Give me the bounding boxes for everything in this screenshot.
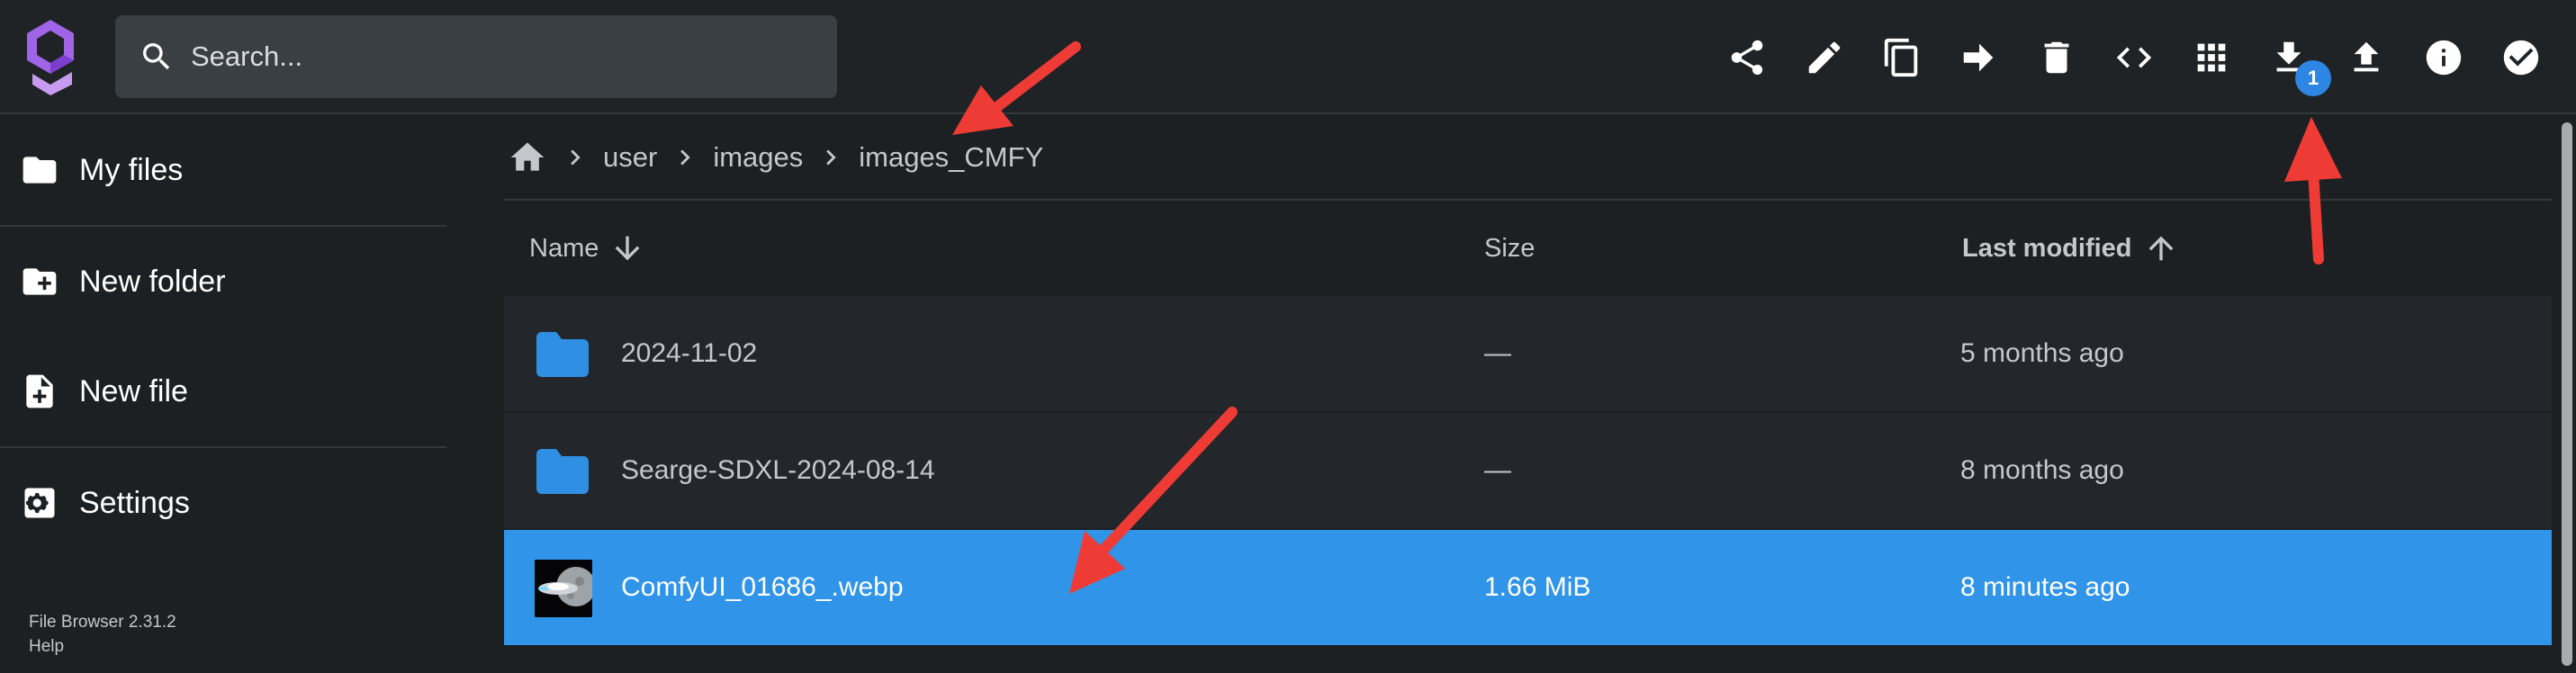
settings-icon	[24, 488, 55, 518]
create-folder-icon	[23, 268, 57, 295]
copy-icon	[1884, 38, 1918, 76]
file-listing: user images images_CMFY Name Size Last m…	[504, 115, 2552, 673]
upload-icon	[2354, 41, 2379, 71]
info-icon	[2426, 40, 2462, 75]
toolbar: 1	[1708, 0, 2576, 114]
scrollbar-thumb[interactable]	[2562, 122, 2572, 666]
delete-icon	[2044, 41, 2069, 73]
file-size: —	[1484, 338, 1511, 368]
column-modified-label: Last modified	[1962, 233, 2132, 263]
move-icon	[1963, 43, 1994, 71]
select-multiple-button[interactable]	[2482, 19, 2560, 96]
folder-icon	[23, 157, 57, 184]
embed-icon	[2116, 47, 2152, 67]
version-text: File Browser 2.31.2	[29, 613, 176, 632]
file-size: —	[1484, 455, 1511, 485]
search-input[interactable]	[191, 40, 767, 73]
chevron-right-icon	[826, 149, 836, 165]
sidebar-item-new-file[interactable]: New file	[0, 336, 446, 446]
folder-icon	[536, 332, 589, 377]
table-row[interactable]: Searge-SDXL-2024-08-14 — 8 months ago	[504, 413, 2552, 530]
embed-button[interactable]	[2095, 19, 2173, 96]
home-icon[interactable]	[508, 138, 547, 177]
chevron-right-icon	[571, 149, 581, 165]
sidebar: My files New folder New file Settings	[0, 115, 446, 673]
sidebar-item-settings[interactable]: Settings	[0, 448, 446, 558]
copy-button[interactable]	[1863, 19, 1941, 96]
sidebar-item-my-files[interactable]: My files	[0, 115, 446, 225]
new-file-icon	[26, 374, 53, 408]
delete-button[interactable]	[2018, 19, 2095, 96]
table-row[interactable]: 2024-11-02 — 5 months ago	[504, 296, 2552, 413]
sidebar-item-label: New folder	[79, 264, 226, 299]
table-header: Name Size Last modified	[504, 201, 2552, 296]
column-name-label: Name	[529, 233, 599, 263]
search-icon	[143, 43, 170, 70]
column-name-sort[interactable]: Name	[529, 230, 645, 266]
sidebar-item-label: Settings	[79, 485, 190, 520]
search-bar[interactable]	[115, 15, 837, 98]
top-bar: 1	[0, 0, 2576, 114]
sidebar-footer: File Browser 2.31.2 Help	[29, 610, 176, 659]
sidebar-item-label: New file	[79, 373, 188, 408]
file-name: Searge-SDXL-2024-08-14	[621, 455, 935, 485]
file-name: 2024-11-02	[621, 338, 758, 368]
sidebar-item-new-folder[interactable]: New folder	[0, 227, 446, 336]
file-name: ComfyUI_01686_.webp	[621, 572, 904, 602]
arrow-up-icon	[2148, 236, 2173, 261]
breadcrumb-user[interactable]: user	[603, 141, 657, 174]
help-link[interactable]: Help	[29, 634, 176, 659]
column-modified-sort[interactable]: Last modified	[1962, 230, 2179, 266]
file-modified: 8 minutes ago	[1960, 572, 2130, 602]
file-modified: 5 months ago	[1960, 338, 2124, 368]
file-modified: 8 months ago	[1960, 455, 2124, 485]
file-size: 1.66 MiB	[1484, 572, 1591, 602]
download-button[interactable]: 1	[2250, 19, 2331, 96]
edit-icon	[1808, 41, 1841, 73]
move-button[interactable]	[1941, 19, 2018, 96]
sidebar-item-label: My files	[79, 152, 184, 187]
table-row-selected[interactable]: ComfyUI_01686_.webp 1.66 MiB 8 minutes a…	[504, 530, 2552, 647]
image-thumbnail	[535, 560, 592, 617]
breadcrumb: user images images_CMFY	[504, 115, 2552, 201]
switch-view-button[interactable]	[2173, 19, 2250, 96]
info-button[interactable]	[2405, 19, 2482, 96]
folder-icon	[536, 449, 589, 494]
chevron-right-icon	[680, 149, 690, 165]
share-button[interactable]	[1708, 19, 1786, 96]
column-size-sort[interactable]: Size	[1484, 234, 1535, 264]
upload-button[interactable]	[2328, 19, 2405, 96]
rename-button[interactable]	[1786, 19, 1863, 96]
filebrowser-logo-icon[interactable]	[25, 20, 76, 95]
breadcrumb-images[interactable]: images	[713, 141, 803, 174]
share-icon	[1731, 40, 1763, 75]
select-icon	[2503, 40, 2539, 75]
download-count-badge: 1	[2295, 59, 2331, 96]
breadcrumb-images-cmfy[interactable]: images_CMFY	[859, 141, 1043, 174]
grid-view-icon	[2197, 43, 2226, 71]
arrow-down-icon	[616, 236, 640, 261]
